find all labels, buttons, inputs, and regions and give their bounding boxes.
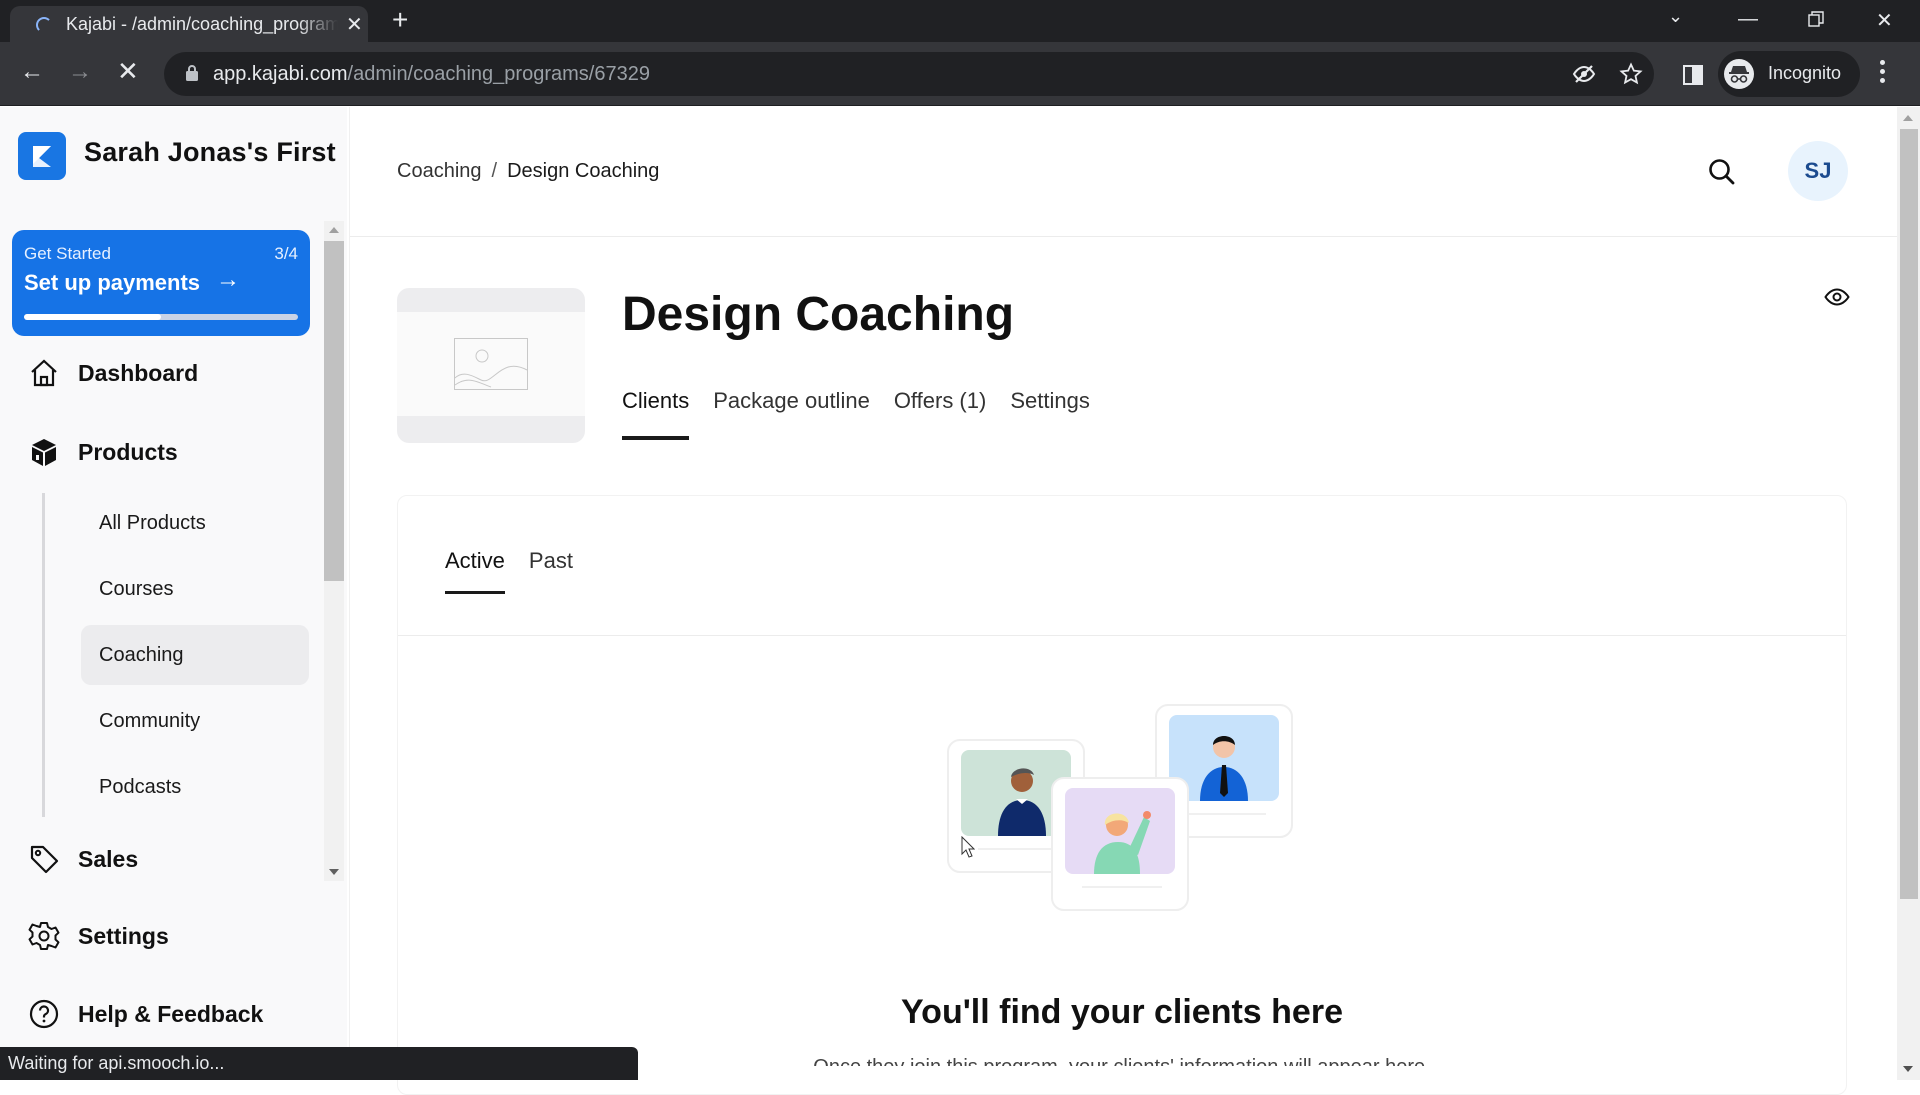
- get-started-title: Set up payments: [24, 270, 201, 295]
- get-started-card[interactable]: Get Started 3/4 Set up payments →: [12, 230, 310, 336]
- side-panel-icon[interactable]: [1682, 64, 1704, 86]
- home-icon: [31, 359, 57, 387]
- sidebar-item-label: Settings: [78, 922, 169, 949]
- scroll-down-arrow-icon[interactable]: [1903, 1066, 1913, 1072]
- breadcrumb-separator: /: [491, 160, 498, 182]
- kajabi-admin-page: Sarah Jonas's First Get Started 3/4 Set …: [0, 107, 1920, 1095]
- header-divider: [350, 236, 1898, 237]
- arrow-right-icon: →: [216, 266, 240, 293]
- profile-label: Incognito: [1768, 63, 1842, 83]
- incognito-profile-button[interactable]: Incognito: [1718, 51, 1860, 97]
- lock-icon: [186, 65, 198, 81]
- client-card-illustration: [1051, 777, 1189, 911]
- sidebar: Sarah Jonas's First Get Started 3/4 Set …: [0, 107, 347, 1080]
- empty-state-title: You'll find your clients here: [901, 993, 1343, 1031]
- url-text: app.kajabi.com/admin/coaching_programs/6…: [213, 63, 650, 85]
- sidebar-item-products[interactable]: Products: [28, 432, 178, 472]
- kajabi-logo-icon[interactable]: [18, 132, 66, 180]
- sidebar-item-label: Products: [78, 438, 178, 465]
- browser-status-bubble: Waiting for api.smooch.io...: [0, 1047, 638, 1080]
- search-icon[interactable]: [1707, 157, 1737, 187]
- get-started-progress-fill: [24, 314, 161, 320]
- subtab-past[interactable]: Past: [529, 548, 573, 594]
- loading-spinner-icon: [36, 17, 52, 33]
- get-started-label: Get Started: [24, 244, 111, 263]
- sidebar-item-label: Sales: [78, 845, 139, 872]
- help-circle-icon: [29, 999, 59, 1029]
- back-icon[interactable]: ←: [20, 60, 44, 84]
- close-window-button[interactable]: ✕: [1876, 8, 1893, 33]
- sidebar-scrollbar[interactable]: [324, 221, 344, 881]
- client-status-tabs: Active Past: [445, 548, 597, 594]
- scroll-down-arrow-icon[interactable]: [329, 869, 339, 875]
- restore-button[interactable]: [1808, 10, 1824, 33]
- sidebar-subitem-coaching[interactable]: Coaching: [81, 625, 309, 685]
- get-started-count: 3/4: [274, 244, 298, 263]
- new-tab-button[interactable]: +: [392, 6, 408, 34]
- product-tabs: Clients Package outline Offers (1) Setti…: [622, 388, 1114, 440]
- scroll-up-arrow-icon[interactable]: [1903, 115, 1913, 121]
- browser-tab-strip: Kajabi - /admin/coaching_programs/67329 …: [0, 0, 1920, 42]
- stop-loading-icon[interactable]: ✕: [117, 58, 139, 84]
- sidebar-subitem-all-products[interactable]: All Products: [81, 493, 309, 553]
- browser-tab[interactable]: Kajabi - /admin/coaching_programs/67329 …: [10, 6, 368, 42]
- tab-title: Kajabi - /admin/coaching_programs/67329: [66, 14, 338, 34]
- get-started-progress-bar: [24, 314, 298, 320]
- image-placeholder-icon: [454, 338, 528, 390]
- sidebar-item-help-feedback[interactable]: Help & Feedback: [28, 994, 263, 1034]
- product-thumbnail[interactable]: [397, 288, 585, 443]
- submenu-rail: [42, 493, 45, 817]
- mouse-cursor-icon: [961, 836, 975, 858]
- clients-empty-illustration: [947, 704, 1293, 911]
- main-content: Coaching / Design Coaching SJ Design Coach…: [349, 107, 1898, 1095]
- page-scrollbar-thumb[interactable]: [1900, 129, 1918, 899]
- box-icon: [32, 439, 56, 466]
- tab-offers[interactable]: Offers (1): [894, 388, 987, 440]
- close-tab-icon[interactable]: ✕: [346, 12, 363, 37]
- panel-divider: [398, 635, 1846, 636]
- tab-search-chevron-icon[interactable]: ⌄: [1668, 6, 1683, 27]
- preview-eye-icon[interactable]: [1824, 287, 1850, 307]
- tab-settings[interactable]: Settings: [1010, 388, 1090, 440]
- incognito-icon: [1724, 59, 1754, 89]
- clients-panel: Active Past You'll find your clients her…: [397, 495, 1847, 1095]
- user-avatar[interactable]: SJ: [1788, 141, 1848, 201]
- browser-menu-icon[interactable]: [1880, 60, 1886, 87]
- sidebar-item-label: Help & Feedback: [78, 1000, 264, 1027]
- breadcrumb: Coaching / Design Coaching: [397, 160, 659, 183]
- sidebar-subitem-courses[interactable]: Courses: [81, 559, 309, 619]
- sidebar-subitem-podcasts[interactable]: Podcasts: [81, 757, 309, 817]
- minimize-button[interactable]: —: [1738, 8, 1758, 31]
- breadcrumb-current: Design Coaching: [507, 160, 660, 182]
- sidebar-item-settings[interactable]: Settings: [28, 916, 169, 956]
- tab-clients[interactable]: Clients: [622, 388, 690, 440]
- subtab-active[interactable]: Active: [445, 548, 505, 594]
- gear-icon: [28, 922, 60, 950]
- page-scrollbar[interactable]: [1897, 107, 1920, 1080]
- browser-toolbar: ← → ✕ app.kajabi.com/admin/coaching_prog…: [0, 42, 1920, 106]
- bookmark-star-icon[interactable]: [1619, 62, 1643, 86]
- forward-icon[interactable]: →: [68, 60, 92, 84]
- tracking-protection-eye-off-icon[interactable]: [1572, 62, 1596, 86]
- tab-package-outline[interactable]: Package outline: [713, 388, 870, 440]
- tag-icon: [30, 845, 59, 874]
- page-title: Design Coaching: [622, 288, 1015, 341]
- site-name[interactable]: Sarah Jonas's First: [84, 137, 336, 168]
- sidebar-item-sales[interactable]: Sales: [28, 839, 138, 879]
- sidebar-item-dashboard[interactable]: Dashboard: [28, 353, 198, 393]
- sidebar-scrollbar-thumb[interactable]: [324, 241, 344, 581]
- scroll-up-arrow-icon[interactable]: [329, 227, 339, 233]
- sidebar-item-label: Dashboard: [78, 359, 199, 386]
- breadcrumb-link-coaching[interactable]: Coaching: [397, 160, 482, 182]
- sidebar-subitem-community[interactable]: Community: [81, 691, 309, 751]
- address-bar[interactable]: app.kajabi.com/admin/coaching_programs/6…: [164, 52, 1654, 96]
